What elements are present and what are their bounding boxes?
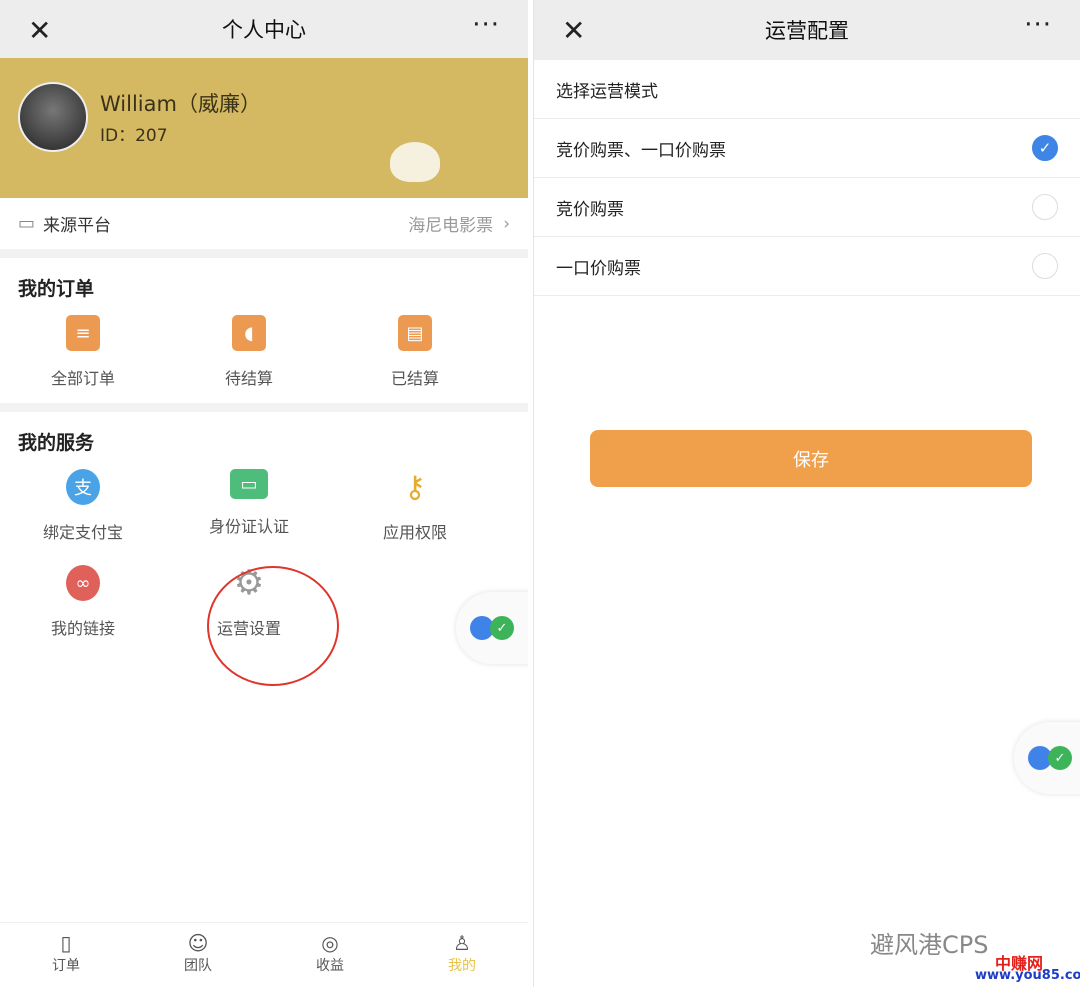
close-icon[interactable]: ✕ xyxy=(28,14,51,47)
option-label: 竞价购票、一口价购票 xyxy=(556,140,726,161)
source-label: 来源平台 xyxy=(43,216,112,236)
operation-config-screen: ✕ 运营配置 ··· 选择运营模式 竞价购票、一口价购票 ✓ 竞价购票 一口价购票… xyxy=(533,0,1080,987)
user-id: ID：207 xyxy=(100,126,168,146)
profile-banner: William（威廉） ID：207 xyxy=(0,58,528,198)
order-pending[interactable]: ◖ 待结算 xyxy=(166,315,332,389)
nav-orders-label: 订单 xyxy=(52,958,80,974)
order-icon: ▯ xyxy=(60,931,72,955)
source-platform-row[interactable]: ▭ 来源平台 海尼电影票 › xyxy=(0,198,528,249)
nav-earnings[interactable]: ◎ 收益 xyxy=(264,923,396,987)
floating-widget[interactable]: ✓ xyxy=(456,592,528,664)
order-pending-label: 待结算 xyxy=(224,369,273,388)
option-both[interactable]: 竞价购票、一口价购票 ✓ xyxy=(534,119,1080,178)
order-all-label: 全部订单 xyxy=(50,369,115,388)
divider xyxy=(0,249,528,258)
close-icon[interactable]: ✕ xyxy=(562,14,585,47)
service-my-link[interactable]: ∞ 我的链接 xyxy=(0,565,166,639)
chevron-right-icon: › xyxy=(503,213,510,234)
monitor-icon: ▭ xyxy=(18,213,36,234)
header: ✕ 个人中心 ··· xyxy=(0,0,528,58)
floating-widget[interactable]: ✓ xyxy=(1014,722,1080,794)
earnings-icon: ◎ xyxy=(321,931,339,955)
nav-team[interactable]: ☺ 团队 xyxy=(132,923,264,987)
orders-section: 我的订单 ≡ 全部订单 ◖ 待结算 ▤ 已结算 xyxy=(0,258,528,403)
nav-mine-label: 我的 xyxy=(448,958,476,974)
nav-orders[interactable]: ▯ 订单 xyxy=(0,923,132,987)
service-id-card-label: 身份证认证 xyxy=(208,517,289,536)
order-list-icon: ≡ xyxy=(66,315,100,351)
service-alipay[interactable]: 支绑定支付宝 xyxy=(0,469,166,543)
clipboard-icon: ▤ xyxy=(398,315,432,351)
page-title: 运营配置 xyxy=(765,19,849,43)
option-fixed-price[interactable]: 一口价购票 xyxy=(534,237,1080,296)
link-icon: ∞ xyxy=(66,565,100,601)
source-value: 海尼电影票 xyxy=(408,216,494,236)
service-id-card[interactable]: ▭ 身份证认证 xyxy=(166,469,332,543)
order-settled[interactable]: ▤ 已结算 xyxy=(332,315,498,389)
checked-radio-icon[interactable]: ✓ xyxy=(1032,135,1058,161)
watermark-url: www.you85.com xyxy=(975,968,1080,983)
personal-center-screen: ✕ 个人中心 ··· William（威廉） ID：207 ▭ 来源平台 海尼电… xyxy=(0,0,528,987)
id-card-icon: ▭ xyxy=(230,469,268,499)
section-label: 选择运营模式 xyxy=(534,60,1080,119)
team-icon: ☺ xyxy=(187,931,209,955)
option-label: 一口价购票 xyxy=(556,258,641,279)
header: ✕ 运营配置 ··· xyxy=(534,0,1080,60)
nav-team-label: 团队 xyxy=(184,958,212,974)
service-permissions[interactable]: ⚷ 应用权限 xyxy=(332,469,498,543)
check-badge-icon: ✓ xyxy=(1048,746,1072,770)
page-title: 个人中心 xyxy=(222,18,306,42)
more-icon[interactable]: ··· xyxy=(1024,10,1052,40)
user-icon: ♙ xyxy=(453,931,471,955)
watermark-text: 避风港CPS xyxy=(870,931,989,959)
service-permissions-label: 应用权限 xyxy=(382,523,447,542)
divider xyxy=(0,403,528,412)
key-icon: ⚷ xyxy=(404,469,426,505)
highlight-circle xyxy=(207,566,339,686)
order-all[interactable]: ≡ 全部订单 xyxy=(0,315,166,389)
radio-icon[interactable] xyxy=(1032,194,1058,220)
radio-icon[interactable] xyxy=(1032,253,1058,279)
service-my-link-label: 我的链接 xyxy=(50,619,115,638)
save-button[interactable]: 保存 xyxy=(590,430,1032,487)
services-title: 我的服务 xyxy=(18,432,95,454)
more-icon[interactable]: ··· xyxy=(472,10,500,40)
nav-mine[interactable]: ♙ 我的 xyxy=(396,923,528,987)
check-badge-icon: ✓ xyxy=(490,616,514,640)
rabbit-illustration xyxy=(390,142,440,182)
avatar[interactable] xyxy=(18,82,88,152)
order-settled-label: 已结算 xyxy=(390,369,439,388)
user-name: William（威廉） xyxy=(100,92,261,116)
alipay-icon: 支 xyxy=(66,469,100,505)
bottom-nav: ▯ 订单 ☺ 团队 ◎ 收益 ♙ 我的 xyxy=(0,922,528,987)
wallet-icon: ◖ xyxy=(232,315,266,351)
nav-earnings-label: 收益 xyxy=(316,958,344,974)
option-bidding[interactable]: 竞价购票 xyxy=(534,178,1080,237)
orders-title: 我的订单 xyxy=(18,278,95,300)
service-alipay-label: 绑定支付宝 xyxy=(42,523,123,542)
option-label: 竞价购票 xyxy=(556,199,624,220)
